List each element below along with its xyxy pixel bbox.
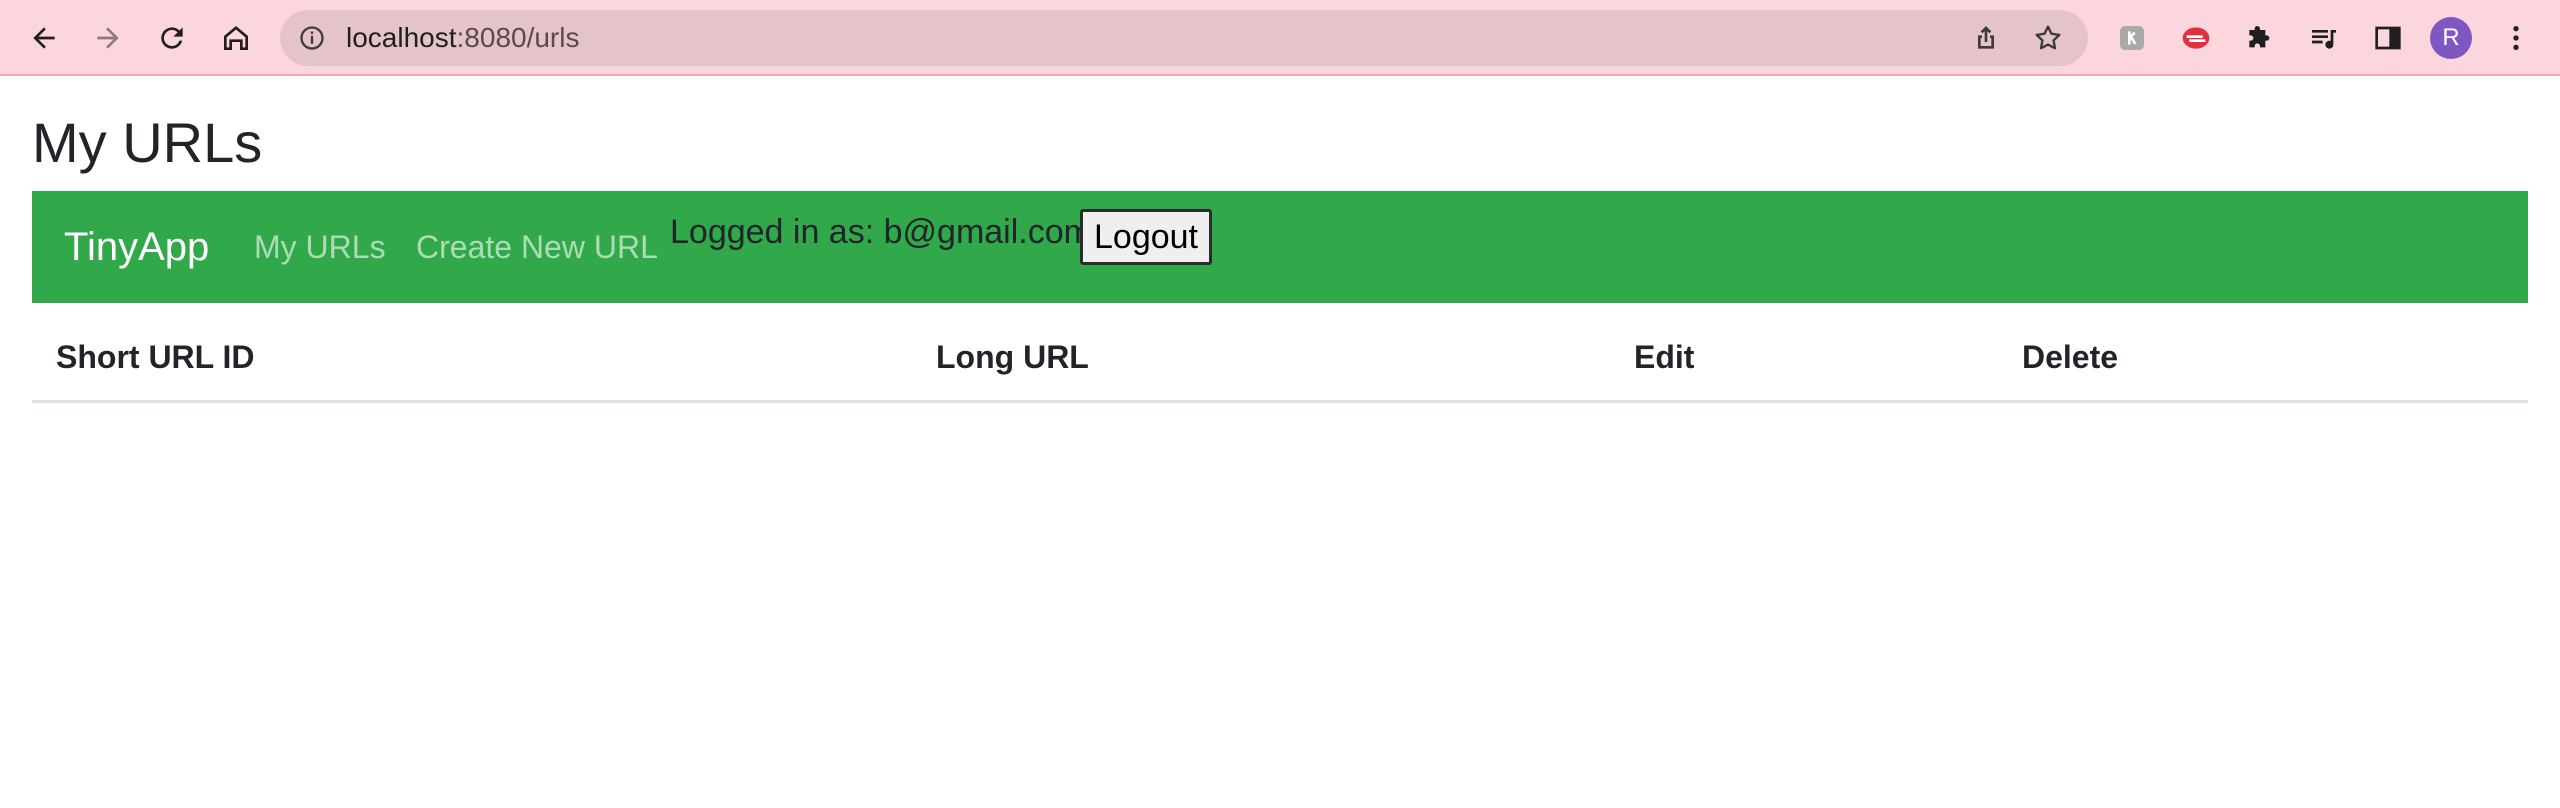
- reload-icon: [161, 27, 183, 49]
- column-header-long-url: Long URL: [936, 339, 1089, 375]
- brand-link[interactable]: TinyApp: [64, 223, 209, 271]
- nav-link-my-urls[interactable]: My URLs: [254, 227, 386, 267]
- back-icon: [33, 27, 55, 49]
- extension-button[interactable]: [2112, 18, 2152, 58]
- page-title: My URLs: [32, 111, 263, 174]
- urls-table: Short URL ID Long URL Edit Delete: [32, 303, 2528, 403]
- extension-icon: [2120, 26, 2144, 50]
- share-icon[interactable]: [1970, 22, 2002, 54]
- media-icon: [2312, 30, 2336, 49]
- home-icon: [224, 26, 248, 50]
- column-header-short-url-id: Short URL ID: [56, 339, 255, 375]
- url-host: localhost: [346, 22, 457, 53]
- nav-link-create-new-url[interactable]: Create New URL: [416, 227, 658, 267]
- url-text[interactable]: localhost:8080/urls: [346, 10, 579, 66]
- column-header-delete: Delete: [2022, 339, 2119, 375]
- forward-button[interactable]: [88, 18, 128, 58]
- back-button[interactable]: [24, 18, 64, 58]
- logout-button[interactable]: Logout: [1080, 209, 1212, 265]
- column-header-edit: Edit: [1634, 339, 1695, 375]
- site-info-icon[interactable]: [298, 24, 326, 52]
- forward-icon: [97, 27, 119, 49]
- extension-button[interactable]: [2176, 18, 2216, 58]
- logged-in-text: Logged in as: b@gmail.com!: [670, 213, 1102, 251]
- puzzle-icon: [2249, 26, 2270, 48]
- media-control-button[interactable]: [2304, 18, 2344, 58]
- browser-menu-button[interactable]: [2496, 18, 2536, 58]
- side-panel-button[interactable]: [2368, 18, 2408, 58]
- side-panel-icon: [2375, 26, 2401, 50]
- navbar: TinyApp My URLs Create New URL Logged in…: [32, 191, 2528, 303]
- browser-toolbar: localhost:8080/urls R: [0, 0, 2560, 76]
- bookmark-star-icon[interactable]: [2032, 22, 2064, 54]
- address-bar[interactable]: localhost:8080/urls: [280, 10, 2088, 66]
- home-button[interactable]: [216, 18, 256, 58]
- reload-button[interactable]: [152, 18, 192, 58]
- extensions-menu-button[interactable]: [2240, 18, 2280, 58]
- menu-icon: [2513, 26, 2519, 50]
- url-path: :8080/urls: [456, 22, 580, 53]
- profile-avatar[interactable]: R: [2430, 17, 2472, 59]
- extension-icon: [2182, 27, 2210, 49]
